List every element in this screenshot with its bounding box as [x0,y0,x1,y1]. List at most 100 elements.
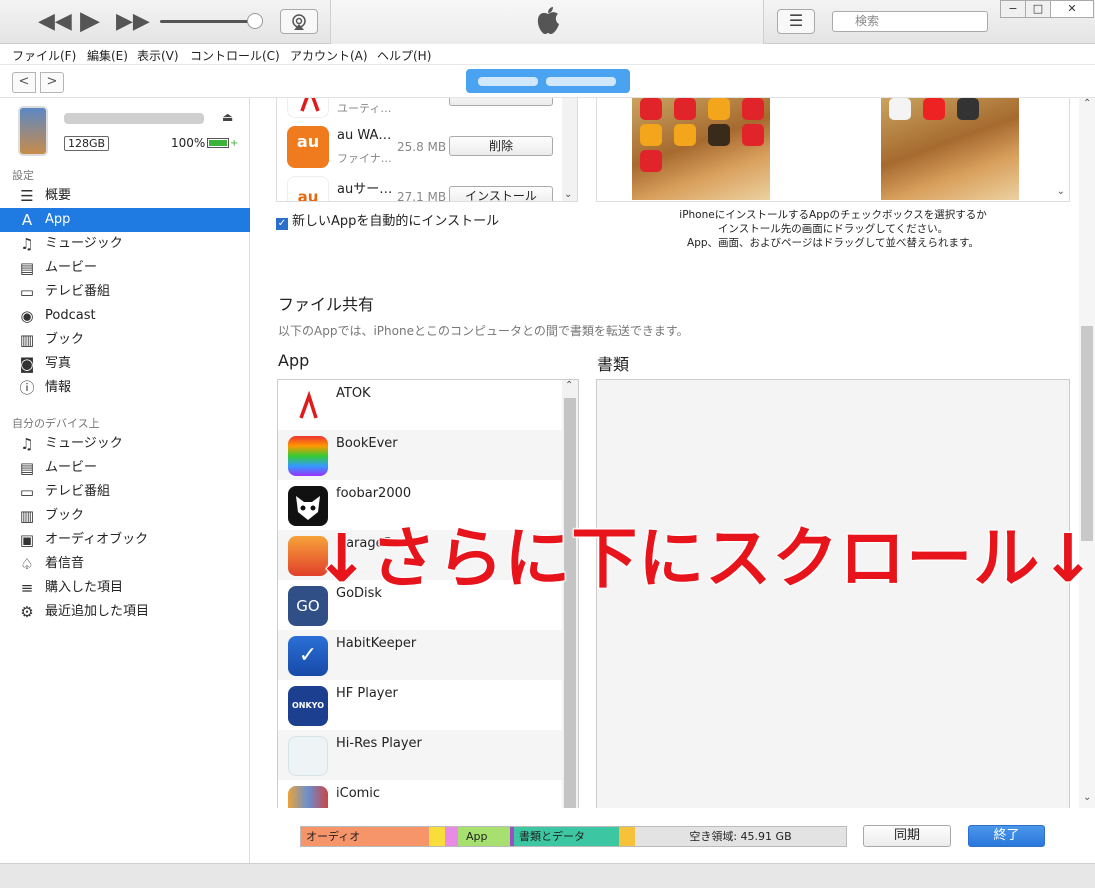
list-item[interactable]: au au WA… ファイナ… 25.8 MB 削除 [277,122,562,172]
sidebar-item-tv[interactable]: ▭ テレビ番組 [0,280,250,304]
sidebar-item-label: 最近追加した項目 [45,604,150,619]
chevron-up-icon[interactable]: ⌃ [1083,98,1091,109]
chevron-down-icon[interactable]: ⌄ [1083,792,1091,803]
home-screen-page[interactable] [881,98,1019,200]
app-icon [640,98,662,120]
sidebar-item-device-audiobooks[interactable]: ▣ オーディオブック [0,528,250,552]
chevron-down-icon[interactable]: ⌄ [1057,186,1065,197]
list-item[interactable]: Hi-Res Player [278,730,563,780]
maximize-button[interactable]: □ [1025,0,1051,18]
eject-icon[interactable]: ⏏ [222,110,233,124]
menu-help[interactable]: ヘルプ(H) [377,47,431,64]
sidebar-item-podcast[interactable]: ◉ Podcast [0,304,250,328]
menu-view[interactable]: 表示(V) [137,47,179,64]
home-screen-page[interactable] [632,98,770,200]
back-button[interactable]: < [12,72,36,93]
capacity-bar: オーディオ App 書類とデータ 空き領域: 45.91 GB [300,826,847,847]
airplay-button[interactable] [280,9,318,34]
sidebar-item-books[interactable]: ▥ ブック [0,328,250,352]
sidebar-item-label: ブック [45,332,85,347]
sidebar-item-device-recent[interactable]: ⚙ 最近追加した項目 [0,600,250,624]
installed-app-list: ユーティ… au au WA… ファイナ… 25.8 MB 削除 au auサー… [276,98,578,202]
sidebar-item-device-movies[interactable]: ▤ ムービー [0,456,250,480]
forward-button[interactable]: > [40,72,64,93]
battery-percent: 100% [171,136,206,150]
list-item[interactable]: ユーティ… [277,98,562,122]
charging-icon: + [230,138,239,149]
blurred-device-name [546,77,616,86]
fast-forward-icon[interactable]: ▶▶ [116,11,150,33]
sidebar-item-device-tv[interactable]: ▭ テレビ番組 [0,480,250,504]
list-item[interactable]: ✓ HabitKeeper [278,630,563,680]
main-scrollbar[interactable]: ⌃ ⌄ [1079,98,1095,808]
summary-icon: ☰ [20,187,34,205]
sidebar-item-label: App [45,212,71,227]
sidebar-item-app[interactable]: A App [0,208,250,232]
volume-slider[interactable] [160,20,258,23]
apple-logo-icon [537,7,559,34]
rewind-icon[interactable]: ◀◀ [38,11,72,33]
menu-edit[interactable]: 編集(E) [87,47,128,64]
list-item[interactable]: ATOK [278,380,563,430]
sidebar-item-info[interactable]: ⓘ 情報 [0,376,250,400]
sync-button[interactable]: 同期 [863,825,951,847]
app-action-button[interactable] [449,98,553,106]
sidebar-item-photos[interactable]: ◙ 写真 [0,352,250,376]
sidebar-item-label: ムービー [45,260,98,275]
list-item[interactable]: au auサー… 27.1 MB インストール [277,172,562,202]
app-icon [640,124,662,146]
capacity-docs-segment: 書類とデータ [514,827,619,846]
sidebar-item-device-music[interactable]: ♫ ミュージック [0,432,250,456]
list-item[interactable]: iComic [278,780,563,808]
chevron-up-icon[interactable]: ⌃ [565,380,573,391]
checkbox-checked-icon[interactable]: ✓ [276,218,288,230]
app-icon [708,124,730,146]
documents-column-header: 書類 [597,355,630,374]
sidebar-item-music[interactable]: ♫ ミュージック [0,232,250,256]
app-name: au WA… [337,128,392,143]
sidebar-item-movies[interactable]: ▤ ムービー [0,256,250,280]
auto-install-checkbox[interactable]: ✓ 新しいAppを自動的にインストール [276,210,499,230]
sidebar-item-label: 着信音 [45,556,85,571]
sidebar-item-device-ringtones[interactable]: ♤ 着信音 [0,552,250,576]
app-name: BookEver [336,436,398,451]
scrollbar-thumb[interactable] [564,398,576,808]
list-item[interactable]: BookEver [278,430,563,480]
scrollbar[interactable]: ⌄ [562,98,577,201]
sidebar-item-device-books[interactable]: ▥ ブック [0,504,250,528]
install-button[interactable]: インストール [449,186,553,201]
auto-install-label: 新しいAppを自動的にインストール [292,214,500,229]
app-category: ファイナ… [337,152,392,165]
app-icon [742,124,764,146]
app-icon [674,124,696,146]
search-input[interactable]: 検索 [832,11,988,32]
status-display [330,0,764,44]
app-size: 27.1 MB [397,190,447,202]
capacity-area: オーディオ App 書類とデータ 空き領域: 45.91 GB 同期 終了 [251,808,1095,863]
menu-file[interactable]: ファイル(F) [12,47,76,64]
volume-knob[interactable] [247,13,263,29]
file-sharing-title: ファイル共有 [278,295,375,314]
up-next-list-button[interactable]: ☰ [777,9,815,34]
wikipedia-app-icon [889,98,911,120]
settings-section-header: 設定 [12,169,34,182]
menu-control[interactable]: コントロール(C) [190,47,280,64]
chevron-down-icon[interactable]: ⌄ [564,189,572,200]
sidebar-item-device-purchased[interactable]: ≡ 購入した項目 [0,576,250,600]
minimize-button[interactable]: − [1000,0,1026,18]
sidebar-item-label: ブック [45,508,85,523]
app-icon [640,150,662,172]
sidebar-item-summary[interactable]: ☰ 概要 [0,184,250,208]
delete-button[interactable]: 削除 [449,136,553,156]
list-item[interactable]: ONKYO HF Player [278,680,563,730]
close-button[interactable]: ✕ [1050,0,1094,18]
info-icon: ⓘ [19,379,35,397]
menu-account[interactable]: アカウント(A) [290,47,368,64]
done-button[interactable]: 終了 [968,825,1045,847]
device-button[interactable] [466,69,630,93]
tv-icon: ▭ [19,283,35,301]
habitkeeper-app-icon: ✓ [288,636,328,676]
app-size: 25.8 MB [397,140,447,154]
play-icon[interactable]: ▶ [80,8,100,34]
battery-icon [207,138,229,148]
